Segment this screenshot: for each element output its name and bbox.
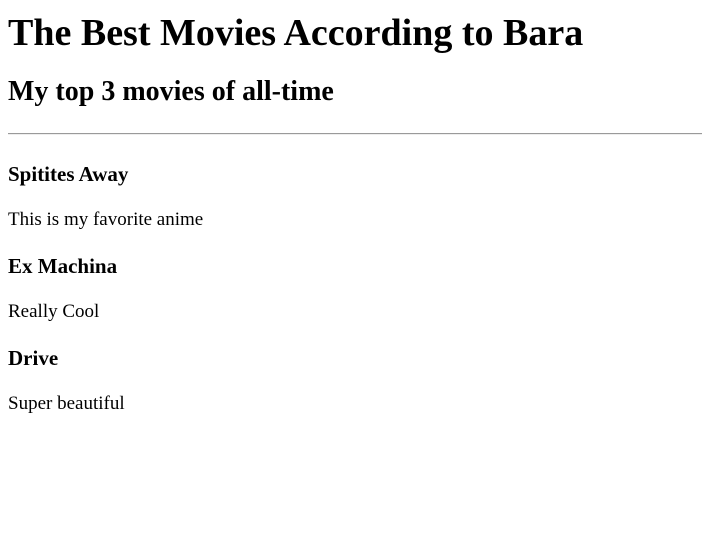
movie-item: Drive Super beautiful — [8, 344, 699, 416]
movie-list: Spitites Away This is my favorite anime … — [8, 160, 699, 416]
page-subtitle: My top 3 movies of all-time — [8, 76, 334, 107]
divider — [8, 133, 702, 135]
movie-item: Spitites Away This is my favorite anime — [8, 160, 699, 232]
movie-description: This is my favorite anime — [8, 209, 204, 230]
movie-item: Ex Machina Really Cool — [8, 252, 699, 324]
movie-description: Really Cool — [8, 301, 100, 322]
movie-title: Spitites Away — [8, 162, 129, 186]
page-title: The Best Movies According to Bara — [8, 12, 584, 54]
page-content: The Best Movies According to Bara My top… — [0, 0, 707, 416]
movie-description: Super beautiful — [8, 393, 125, 414]
movie-title: Drive — [8, 346, 59, 370]
movie-title: Ex Machina — [8, 254, 118, 278]
